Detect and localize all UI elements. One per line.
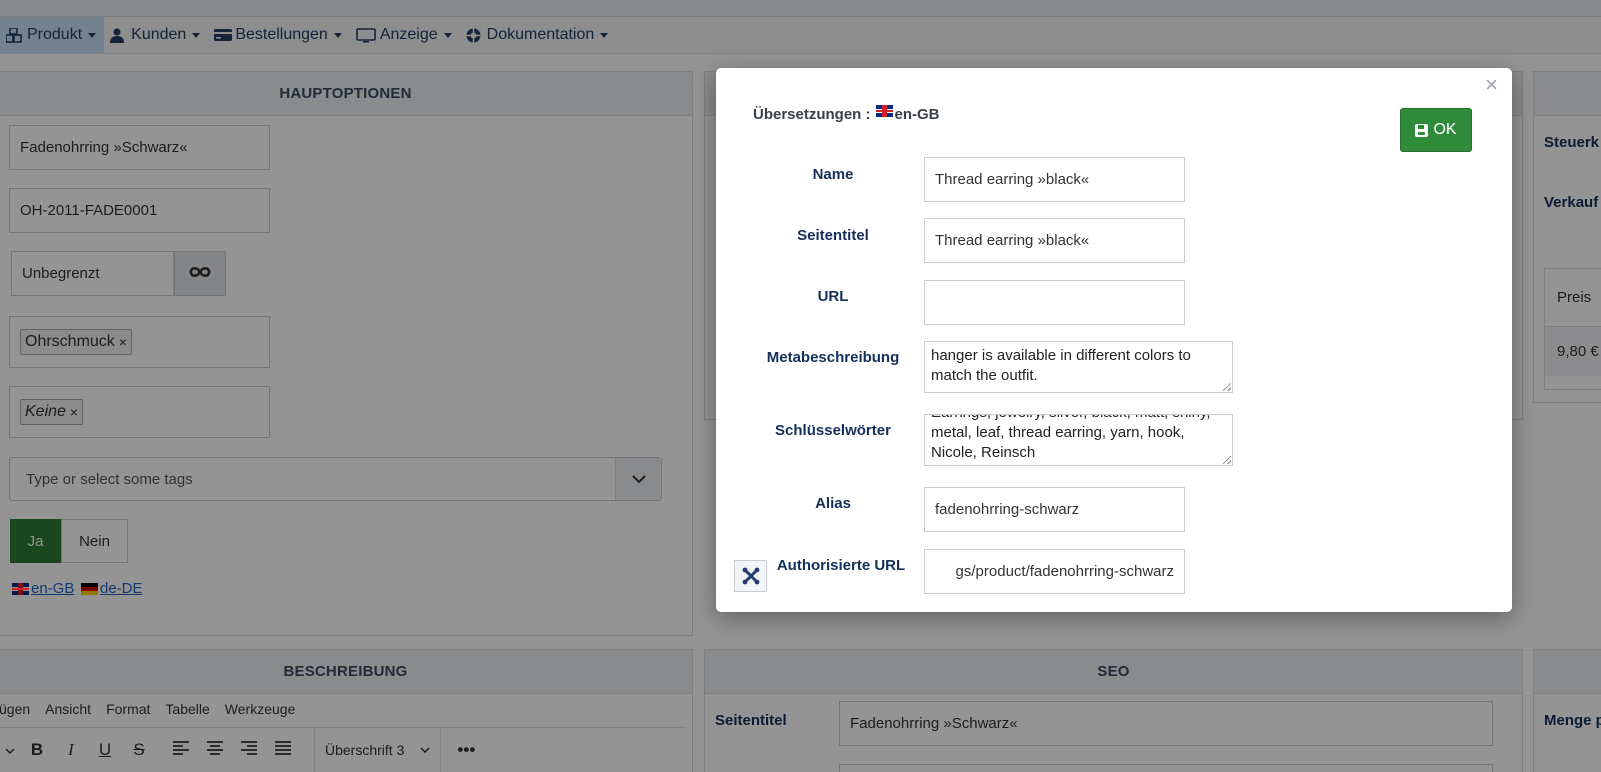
ok-button[interactable]: OK — [1400, 108, 1472, 152]
name-label: Name — [812, 166, 854, 183]
meta-line-1: hanger is available in different colors … — [931, 347, 1191, 364]
resize-handle-icon[interactable] — [1223, 456, 1231, 464]
alias-label: Alias — [815, 495, 851, 512]
meta-line-2: match the outfit. — [931, 367, 1038, 384]
keywords-textarea[interactable]: Earrings, jewelry, silver, black, matt, … — [924, 414, 1233, 466]
url-input[interactable] — [924, 280, 1185, 325]
keywords-line-3: Nicole, Reinsch — [931, 444, 1036, 461]
ok-button-label: OK — [1433, 121, 1457, 138]
meta-description-label: Metabeschreibung — [766, 349, 900, 366]
keywords-label: Schlüsselwörter — [775, 422, 891, 439]
meta-description-textarea[interactable]: hanger is available in different colors … — [924, 341, 1233, 393]
keywords-line-1: Earrings, jewelry, silver, black, matt, … — [931, 415, 1226, 423]
name-input[interactable]: Thread earring »black« — [924, 157, 1185, 202]
authorized-url-input[interactable]: gs/product/fadenohrring-schwarz — [924, 549, 1185, 594]
authorized-url-label: Authorisierte URL — [776, 557, 906, 574]
page-title-label: Seitentitel — [797, 227, 869, 244]
page-title-input[interactable]: Thread earring »black« — [924, 218, 1185, 263]
resize-handle-icon[interactable] — [1223, 383, 1231, 391]
close-icon[interactable]: × — [1485, 74, 1498, 96]
uk-flag-icon — [875, 104, 893, 117]
modal-title: Übersetzungen : en-GB — [753, 104, 940, 123]
modal-title-lang: en-GB — [894, 106, 940, 123]
url-label: URL — [817, 288, 849, 305]
keywords-line-2: metal, leaf, thread earring, yarn, hook, — [931, 424, 1185, 441]
modal-title-prefix: Übersetzungen : — [753, 106, 871, 123]
authorized-url-value: gs/product/fadenohrring-schwarz — [955, 563, 1174, 580]
translation-modal: × Übersetzungen : en-GB OK Name Thread e… — [716, 68, 1512, 612]
alias-input[interactable]: fadenohrring-schwarz — [924, 487, 1185, 532]
save-icon — [1415, 123, 1429, 137]
